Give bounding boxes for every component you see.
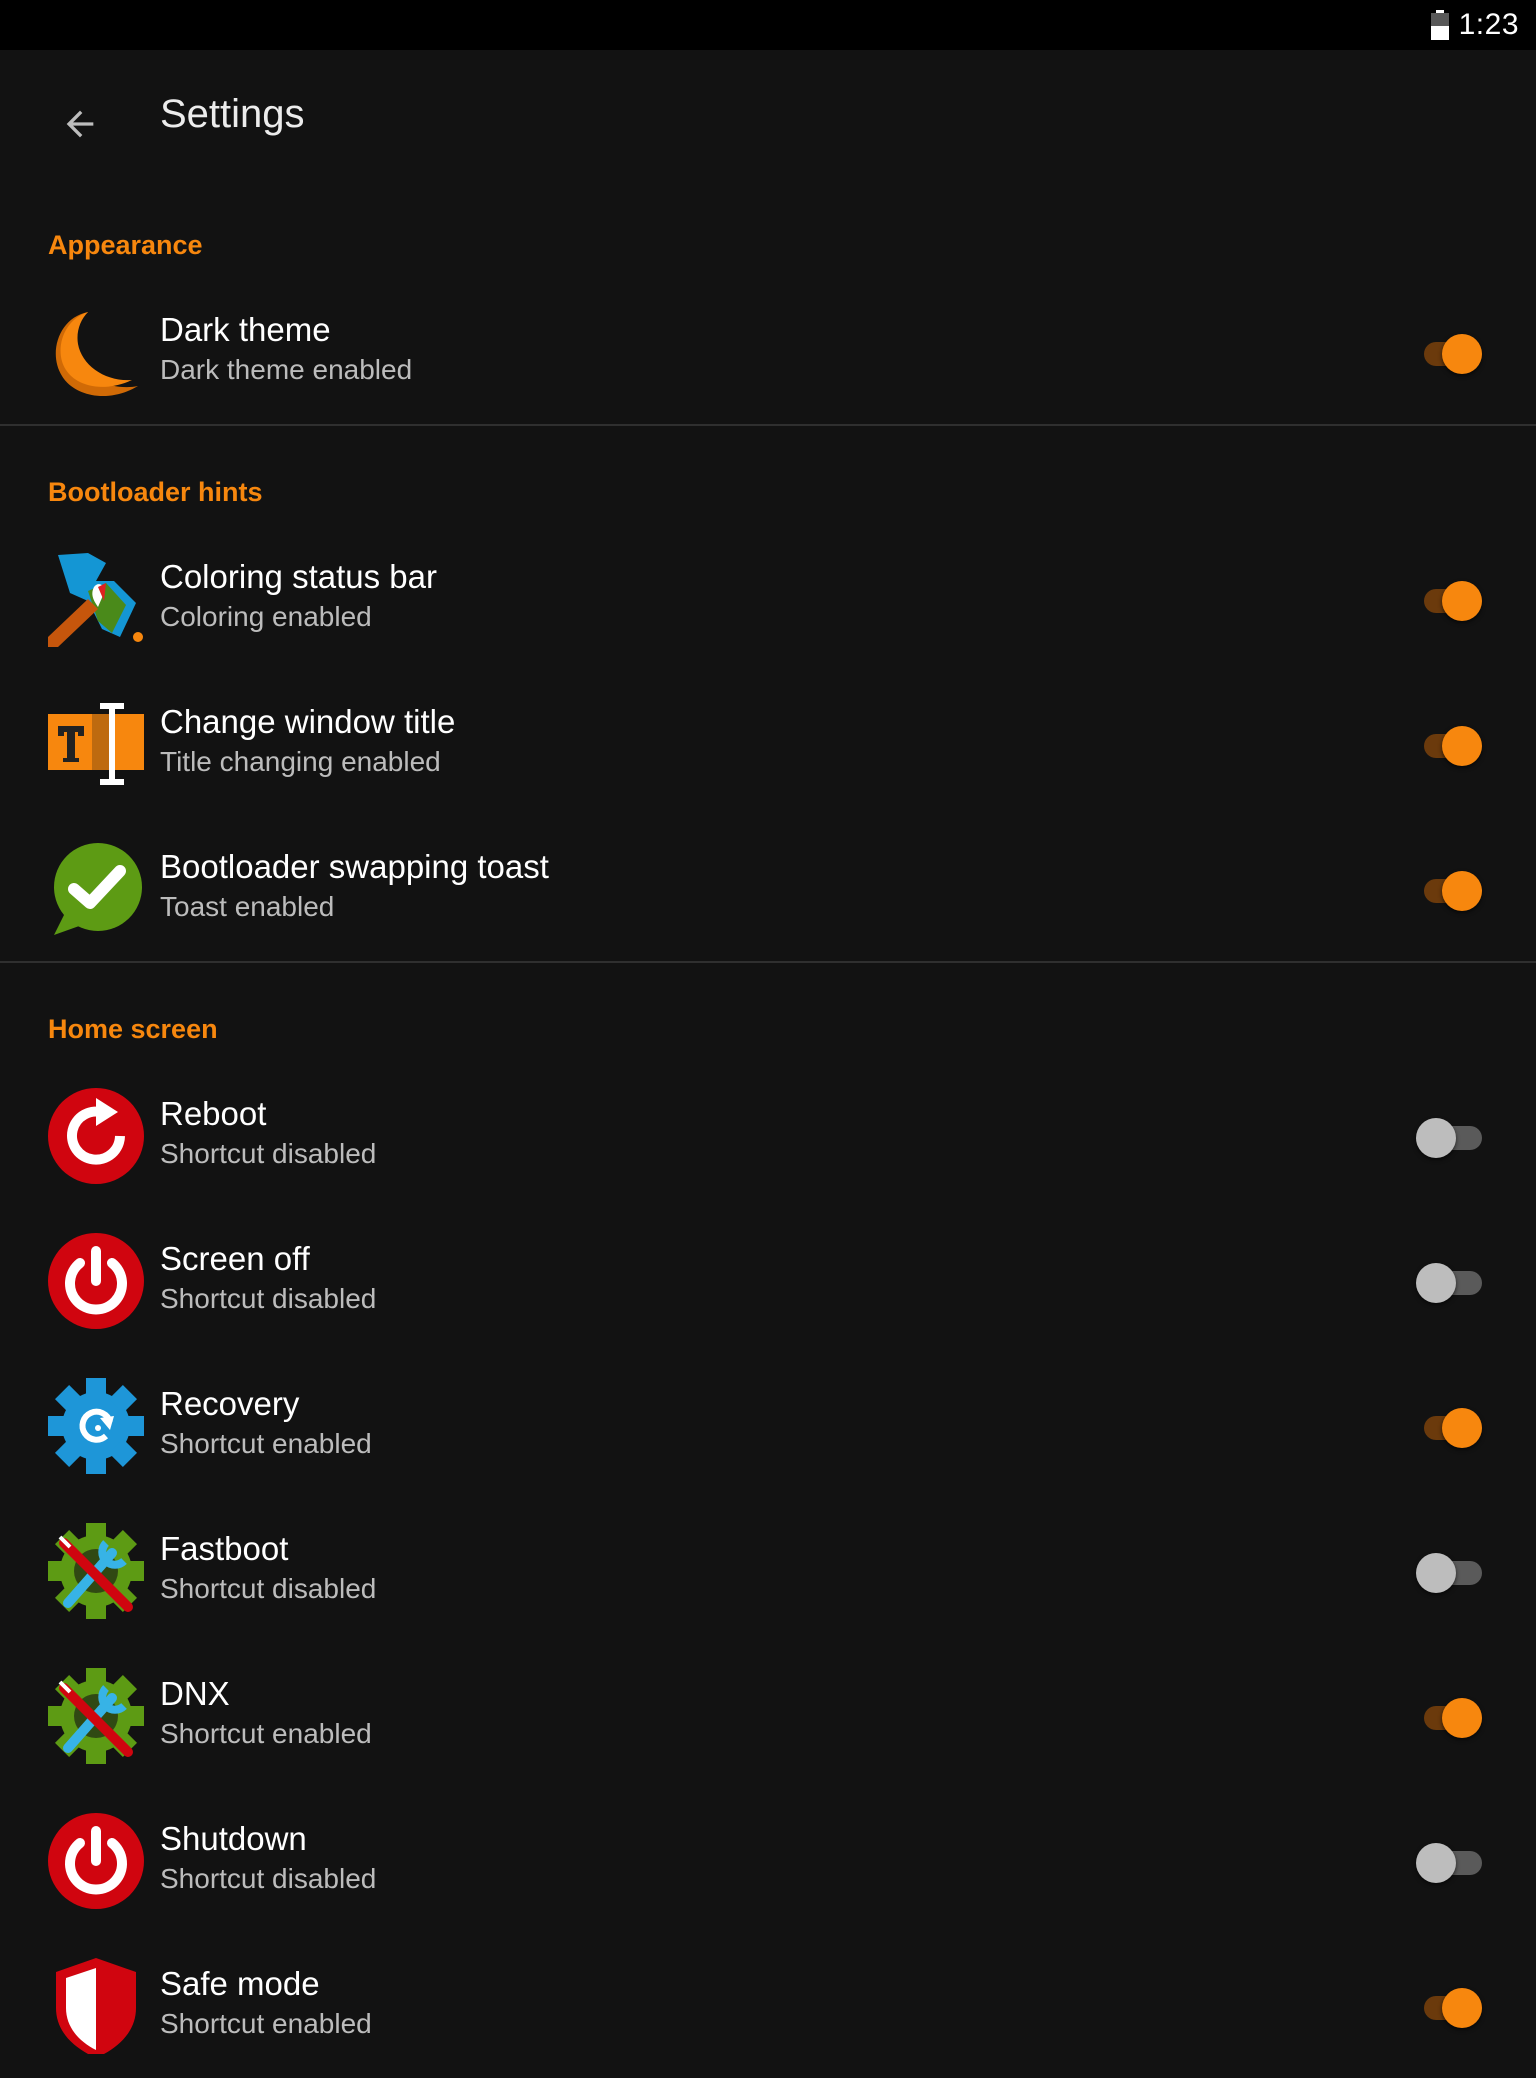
section-header-bootloader-hints: Bootloader hints [48,477,263,507]
setting-row-dark-theme[interactable]: Dark theme Dark theme enabled [0,280,1536,424]
page-title: Settings [160,92,305,136]
dnx-switch[interactable] [1416,1696,1482,1738]
setting-row-screen-off[interactable]: Screen off Shortcut disabled [0,1209,1536,1353]
shutdown-switch[interactable] [1416,1841,1482,1883]
setting-row-recovery[interactable]: Recovery Shortcut enabled [0,1354,1536,1498]
change-window-title-switch[interactable] [1416,724,1482,766]
power-icon [48,1813,144,1909]
paint-brush-icon [48,551,144,647]
setting-summary: Shortcut disabled [160,1138,377,1169]
recovery-gear-icon [48,1378,144,1474]
section-header-home-screen: Home screen [48,1014,218,1044]
setting-row-safe-mode[interactable]: Safe mode Shortcut enabled [0,1934,1536,2078]
dark-theme-switch[interactable] [1416,332,1482,374]
setting-summary: Coloring enabled [160,601,372,632]
setting-row-change-window-title[interactable]: Change window title Title changing enabl… [0,672,1536,816]
battery-icon [1431,10,1449,40]
setting-title: Fastboot [160,1530,289,1567]
section-divider [0,961,1536,963]
power-icon [48,1233,144,1329]
back-button[interactable] [48,92,112,156]
fastboot-switch[interactable] [1416,1551,1482,1593]
bootloader-swapping-toast-switch[interactable] [1416,869,1482,911]
setting-row-bootloader-swapping-toast[interactable]: Bootloader swapping toast Toast enabled [0,817,1536,961]
section-divider [0,424,1536,426]
setting-summary: Shortcut disabled [160,1573,377,1604]
text-cursor-icon [48,696,144,792]
setting-title: Shutdown [160,1820,307,1857]
section-header-appearance: Appearance [48,230,203,260]
setting-title: Coloring status bar [160,558,437,595]
reboot-icon [48,1088,144,1184]
recovery-switch[interactable] [1416,1406,1482,1448]
tools-gear-icon [48,1668,144,1764]
setting-row-fastboot[interactable]: Fastboot Shortcut disabled [0,1499,1536,1643]
setting-title: Bootloader swapping toast [160,848,549,885]
check-bubble-icon [48,841,144,937]
setting-title: Dark theme [160,311,331,348]
setting-row-coloring-status-bar[interactable]: Coloring status bar Coloring enabled [0,527,1536,671]
setting-summary: Shortcut enabled [160,2008,372,2039]
shield-icon [48,1958,144,2054]
setting-summary: Shortcut enabled [160,1718,372,1749]
setting-summary: Shortcut disabled [160,1283,377,1314]
setting-summary: Shortcut disabled [160,1863,377,1894]
app-bar: Settings [0,50,1536,180]
setting-title: Change window title [160,703,456,740]
setting-row-shutdown[interactable]: Shutdown Shortcut disabled [0,1789,1536,1933]
setting-title: Recovery [160,1385,300,1422]
setting-title: Screen off [160,1240,310,1277]
setting-row-dnx[interactable]: DNX Shortcut enabled [0,1644,1536,1788]
setting-summary: Dark theme enabled [160,354,413,385]
setting-title: Reboot [160,1095,267,1132]
arrow-back-icon [66,110,94,138]
status-bar: 1:23 [0,0,1536,50]
screen-off-switch[interactable] [1416,1261,1482,1303]
reboot-switch[interactable] [1416,1116,1482,1158]
setting-row-reboot[interactable]: Reboot Shortcut disabled [0,1064,1536,1208]
setting-summary: Title changing enabled [160,746,441,777]
tools-gear-icon [48,1523,144,1619]
setting-summary: Shortcut enabled [160,1428,372,1459]
setting-title: DNX [160,1675,230,1712]
moon-icon [48,304,144,400]
setting-summary: Toast enabled [160,891,335,922]
safe-mode-switch[interactable] [1416,1986,1482,2028]
status-time: 1:23 [1458,8,1519,41]
setting-title: Safe mode [160,1965,320,2002]
coloring-status-bar-switch[interactable] [1416,579,1482,621]
